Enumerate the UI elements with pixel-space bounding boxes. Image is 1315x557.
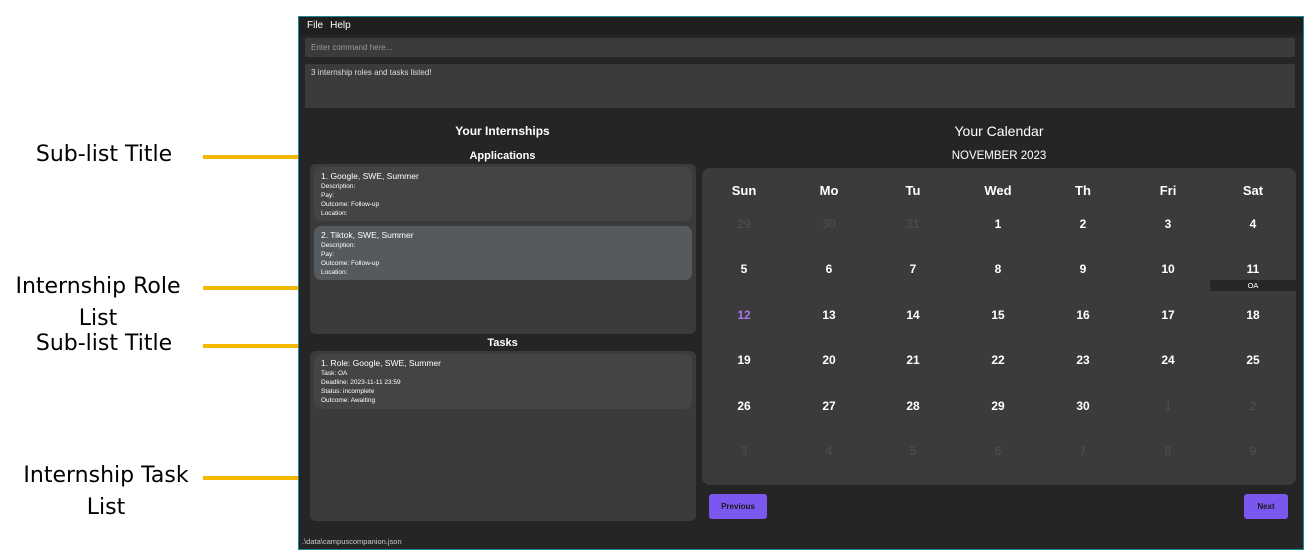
calendar-day-cell[interactable]: 1	[1126, 399, 1210, 413]
calendar-day-cell[interactable]: 8	[1126, 444, 1210, 458]
calendar-event[interactable]: OA	[1210, 280, 1296, 291]
tasks-title: Tasks	[487, 337, 518, 349]
list-item[interactable]: 1. Role: Google, SWE, Summer Task: OA De…	[314, 354, 692, 409]
internship-task-list[interactable]: 1. Role: Google, SWE, Summer Task: OA De…	[310, 351, 696, 521]
calendar-day-cell[interactable]: 30	[1041, 399, 1125, 413]
calendar-day-cell[interactable]: 9	[1041, 262, 1125, 276]
annotation-arrow	[203, 470, 312, 486]
calendar-month: NOVEMBER 2023	[951, 150, 1047, 162]
role-description: Description:	[321, 183, 356, 190]
annotation-arrow	[203, 338, 312, 354]
calendar-day-cell[interactable]: 20	[787, 353, 871, 367]
calendar-day-cell[interactable]: 28	[871, 399, 955, 413]
list-item[interactable]: 1. Google, SWE, Summer Description: Pay:…	[314, 167, 692, 221]
menu-help[interactable]: Help	[328, 17, 356, 31]
annotation-task-list-line2: List	[86, 495, 126, 520]
task-deadline: Deadline: 2023-11-11 23:59	[321, 379, 401, 386]
role-title: 1. Google, SWE, Summer	[321, 171, 419, 181]
role-location: Location:	[321, 269, 348, 276]
day-header: Sat	[1242, 183, 1264, 198]
calendar-day-cell[interactable]: 12	[702, 308, 786, 322]
calendar-day-cell[interactable]: 3	[702, 444, 786, 458]
calendar-day-cell[interactable]: 26	[702, 399, 786, 413]
calendar-day-cell[interactable]: 7	[1041, 444, 1125, 458]
role-title: 2. Tiktok, SWE, Summer	[321, 230, 414, 240]
app-window: File Help Enter command here... 3 interns…	[298, 16, 1304, 550]
role-outcome: Outcome: Follow-up	[321, 260, 380, 267]
status-bar-path: .\data\campuscompanion.json	[302, 537, 402, 546]
role-location: Location:	[321, 210, 348, 217]
calendar-day-cell[interactable]: 4	[787, 444, 871, 458]
day-header: Fri	[1159, 183, 1177, 198]
task-status: Status: incomplete	[321, 388, 375, 395]
calendar-day-cell[interactable]: 2	[1041, 217, 1125, 231]
day-header: Wed	[984, 183, 1012, 198]
day-header: Sun	[731, 183, 757, 198]
role-outcome: Outcome: Follow-up	[321, 201, 380, 208]
calendar-day-cell[interactable]: 14	[871, 308, 955, 322]
calendar-day-cell[interactable]: 25	[1211, 353, 1295, 367]
calendar-day-cell[interactable]: 5	[871, 444, 955, 458]
calendar-day-cell[interactable]: 10	[1126, 262, 1210, 276]
role-pay: Pay:	[321, 192, 335, 199]
calendar-day-cell[interactable]: 19	[702, 353, 786, 367]
calendar-day-cell[interactable]: 29	[702, 217, 786, 231]
calendar-day-cell[interactable]: 8	[956, 262, 1040, 276]
calendar-title: Your Calendar	[954, 123, 1044, 139]
task-outcome: Outcome: Awaiting	[321, 397, 376, 404]
calendar-day-cell[interactable]: 21	[871, 353, 955, 367]
calendar-day-cell[interactable]: 16	[1041, 308, 1125, 322]
annotation-role-list-line1: Internship Role	[15, 274, 181, 299]
calendar-day-cell[interactable]: 24	[1126, 353, 1210, 367]
calendar-day-cell[interactable]: 11	[1211, 262, 1295, 276]
calendar-day-cell[interactable]: 31	[871, 217, 955, 231]
annotation-sublist-title: Sub-list Title	[35, 142, 173, 167]
calendar-day-cell[interactable]: 27	[787, 399, 871, 413]
menu-file[interactable]: File	[299, 17, 328, 31]
menu-bar: File Help	[299, 17, 1303, 35]
calendar-day-cell[interactable]: 7	[871, 262, 955, 276]
role-pay: Pay:	[321, 251, 335, 258]
annotation-sublist-title: Sub-list Title	[35, 331, 173, 356]
calendar-day-cell[interactable]: 13	[787, 308, 871, 322]
next-button[interactable]: Next	[1244, 494, 1288, 519]
day-header: Th	[1075, 183, 1091, 198]
previous-button[interactable]: Previous	[709, 494, 767, 519]
internships-title: Your Internships	[455, 124, 550, 138]
task-name: Task: OA	[321, 370, 348, 377]
internship-role-list[interactable]: 1. Google, SWE, Summer Description: Pay:…	[310, 164, 696, 334]
applications-title: Applications	[469, 150, 536, 162]
calendar-grid: Sun Mo Tu Wed Th Fri Sat 29 30 31 1 2 3 4 5 6 7 8 9…	[702, 168, 1296, 485]
calendar-day-cell[interactable]: 23	[1041, 353, 1125, 367]
calendar-day-cell[interactable]: 30	[787, 217, 871, 231]
annotation-role-list: Internship Role List	[0, 271, 196, 335]
calendar-day-cell[interactable]: 17	[1126, 308, 1210, 322]
calendar-day-cell[interactable]: 15	[956, 308, 1040, 322]
annotation-arrow	[203, 149, 312, 165]
result-display: 3 internship roles and tasks listed!	[305, 64, 1295, 108]
calendar-day-cell[interactable]: 9	[1211, 444, 1295, 458]
calendar-day-cell[interactable]: 18	[1211, 308, 1295, 322]
calendar-day-cell[interactable]: 22	[956, 353, 1040, 367]
task-title: 1. Role: Google, SWE, Summer	[321, 358, 441, 368]
annotation-task-list: Internship Task List	[8, 460, 204, 524]
day-header: Tu	[905, 183, 921, 198]
annotation-arrow	[203, 280, 312, 296]
calendar-day-cell[interactable]: 29	[956, 399, 1040, 413]
list-item[interactable]: 2. Tiktok, SWE, Summer Description: Pay:…	[314, 226, 692, 280]
day-header: Mo	[819, 183, 839, 198]
role-description: Description:	[321, 242, 356, 249]
calendar-day-cell[interactable]: 4	[1211, 217, 1295, 231]
calendar-day-cell[interactable]: 3	[1126, 217, 1210, 231]
annotation-task-list-line1: Internship Task	[23, 463, 189, 488]
calendar-day-cell[interactable]: 5	[702, 262, 786, 276]
calendar-day-cell[interactable]: 1	[956, 217, 1040, 231]
calendar-day-cell[interactable]: 6	[787, 262, 871, 276]
command-input[interactable]: Enter command here...	[305, 38, 1295, 57]
calendar-day-cell[interactable]: 6	[956, 444, 1040, 458]
calendar-day-cell[interactable]: 2	[1211, 399, 1295, 413]
